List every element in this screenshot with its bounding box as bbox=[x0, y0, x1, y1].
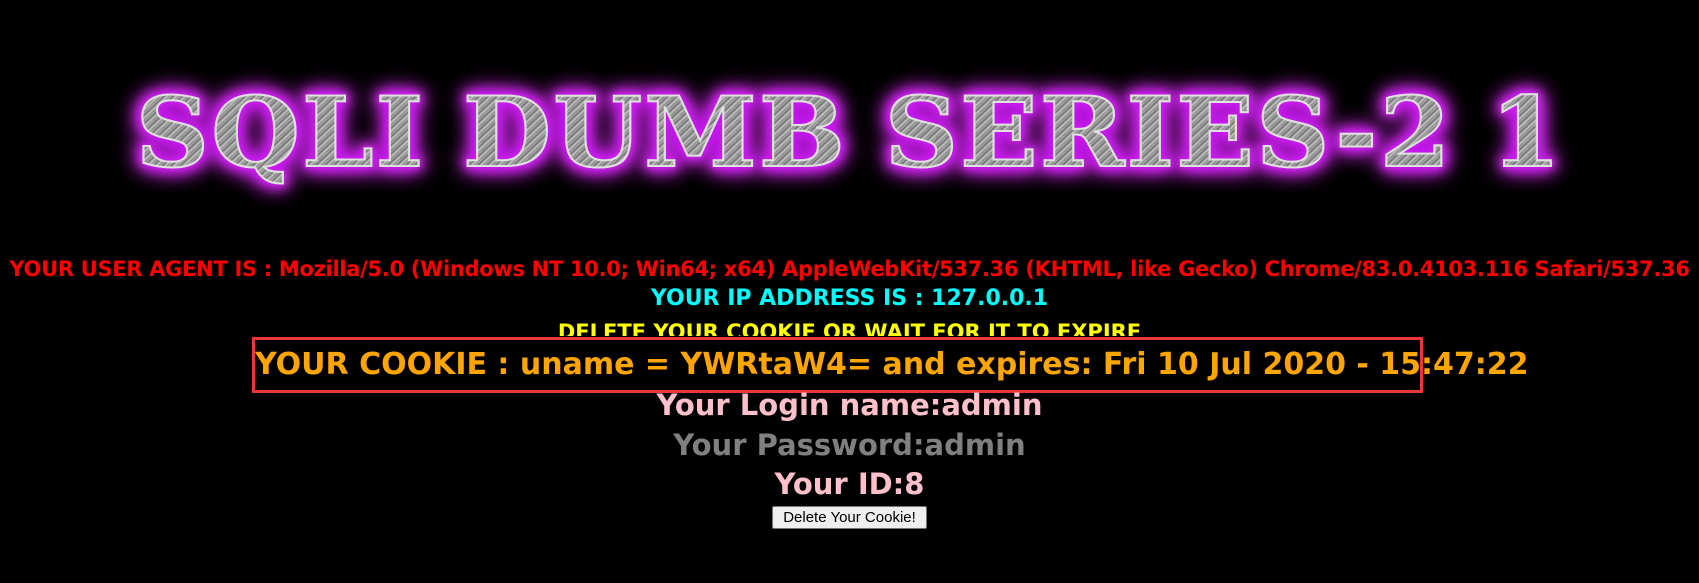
user-id-text: Your ID:8 bbox=[774, 467, 925, 501]
ip-address-text: YOUR IP ADDRESS IS : 127.0.0.1 bbox=[650, 286, 1049, 311]
page: SQLI DUMB SERIES-2 1 YOUR USER AGENT IS … bbox=[0, 0, 1699, 583]
cookie-text: YOUR COOKIE : uname = YWRtaW4= and expir… bbox=[255, 347, 1529, 382]
cookie-highlight-box: YOUR COOKIE : uname = YWRtaW4= and expir… bbox=[252, 337, 1529, 393]
delete-cookie-message: DELETE YOUR COOKIE OR WAIT FOR IT TO EXP… bbox=[557, 320, 1142, 336]
user-agent-text: YOUR USER AGENT IS : Mozilla/5.0 (Window… bbox=[9, 257, 1690, 281]
button-row: Delete Your Cookie! bbox=[0, 506, 1699, 529]
banner: SQLI DUMB SERIES-2 1 bbox=[0, 76, 1699, 198]
password-text: Your Password:admin bbox=[673, 428, 1026, 462]
banner-title: SQLI DUMB SERIES-2 1 bbox=[135, 76, 1564, 189]
delete-cookie-button[interactable]: Delete Your Cookie! bbox=[772, 506, 927, 529]
login-name-text: Your Login name:admin bbox=[656, 388, 1043, 422]
